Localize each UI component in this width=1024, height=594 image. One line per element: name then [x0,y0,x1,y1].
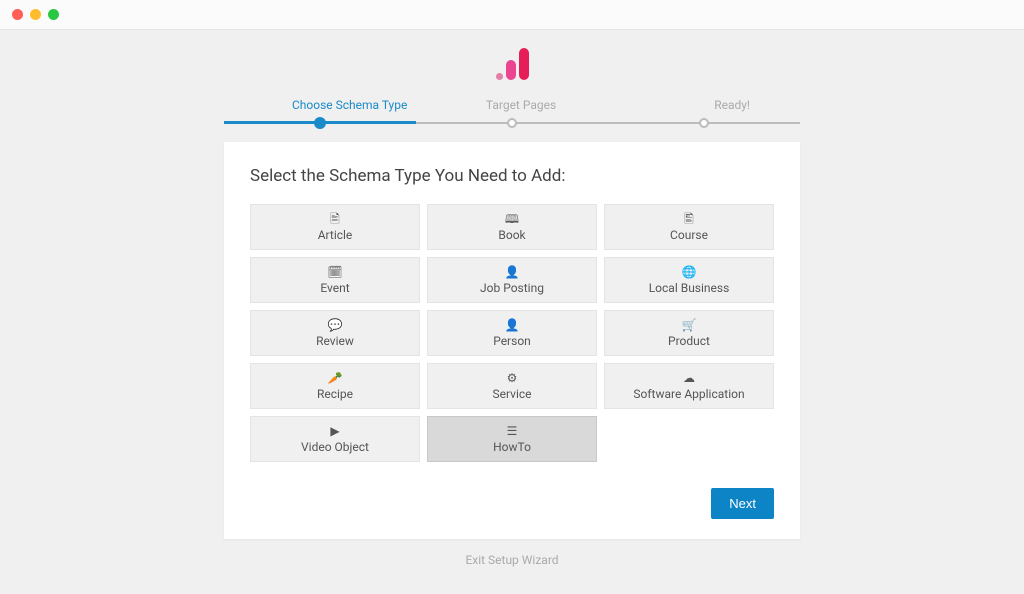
stepper-node-3 [699,118,709,128]
stepper-step-1-label: Choose Schema Type [224,98,445,112]
schema-tile-product[interactable]: 🛒 Product [604,310,774,356]
schema-tile-event[interactable]: 🗓 Event [250,257,420,303]
schema-tile-recipe[interactable]: 🥕 Recipe [250,363,420,409]
calendar-icon: 🗓 [327,266,342,278]
tile-label: Video Object [301,440,369,454]
tile-label: Local Business [649,281,730,295]
tile-label: Event [320,281,349,295]
logo-bar-medium [506,60,516,80]
schema-tile-video-object[interactable]: ▶ Video Object [250,416,420,462]
card-heading: Select the Schema Type You Need to Add: [250,166,774,186]
logo [0,48,1024,80]
exit-setup-wizard-link[interactable]: Exit Setup Wizard [0,553,1024,567]
gear-icon: ⚙ [507,372,518,384]
tile-label: Job Posting [480,281,544,295]
play-icon: ▶ [330,425,339,437]
file-icon: 🖹 [330,213,340,225]
schema-tile-course[interactable]: 🖺 Course [604,204,774,250]
schema-tile-review[interactable]: 💬 Review [250,310,420,356]
stepper-step-3-label: Ready! [597,98,800,112]
tile-label: Product [668,334,710,348]
list-icon: ☰ [507,425,518,437]
cart-icon: 🛒 [682,319,697,331]
schema-tile-howto[interactable]: ☰ HowTo [427,416,597,462]
globe-icon: 🌐 [682,266,697,278]
stepper-step-2-label: Target Pages [445,98,598,112]
tile-label: Recipe [317,387,353,401]
tile-label: Article [318,228,353,242]
tile-label: Book [498,228,525,242]
schema-tile-book[interactable]: 🕮 Book [427,204,597,250]
next-button[interactable]: Next [711,488,774,519]
person-icon: 👤 [505,319,520,331]
logo-dot [496,73,503,80]
stepper-node-1 [314,117,326,129]
stepper-labels: Choose Schema Type Target Pages Ready! [224,98,800,118]
maximize-dot[interactable] [48,9,59,20]
logo-bar-tall [519,48,529,80]
card-footer: Next [250,488,774,519]
cloud-icon: ☁ [683,372,695,384]
schema-tile-local-business[interactable]: 🌐 Local Business [604,257,774,303]
tile-label: Person [493,334,531,348]
tile-label: Review [316,334,354,348]
carrot-icon: 🥕 [328,372,343,384]
main-content: Choose Schema Type Target Pages Ready! S… [0,30,1024,567]
tile-label: Software Application [633,387,744,401]
wizard-card: Select the Schema Type You Need to Add: … [224,142,800,539]
schema-tile-job-posting[interactable]: 👤 Job Posting [427,257,597,303]
user-add-icon: 👤 [505,266,520,278]
comment-icon: 💬 [328,319,343,331]
schema-tile-person[interactable]: 👤 Person [427,310,597,356]
stepper-track [224,118,800,128]
schema-type-grid: 🖹 Article 🕮 Book 🖺 Course 🗓 Event 👤 Job Posting 🌐 L… [250,204,774,462]
tile-label: Service [492,387,531,401]
minimize-dot[interactable] [30,9,41,20]
stepper-node-2 [507,118,517,128]
tile-label: Course [670,228,708,242]
schema-tile-article[interactable]: 🖹 Article [250,204,420,250]
schema-tile-service[interactable]: ⚙ Service [427,363,597,409]
tile-label: HowTo [493,440,531,454]
stepper: Choose Schema Type Target Pages Ready! [224,98,800,128]
book-icon: 🕮 [505,213,519,225]
window-chrome [0,0,1024,30]
schema-tile-software-application[interactable]: ☁ Software Application [604,363,774,409]
page-icon: 🖺 [684,213,694,225]
close-dot[interactable] [12,9,23,20]
